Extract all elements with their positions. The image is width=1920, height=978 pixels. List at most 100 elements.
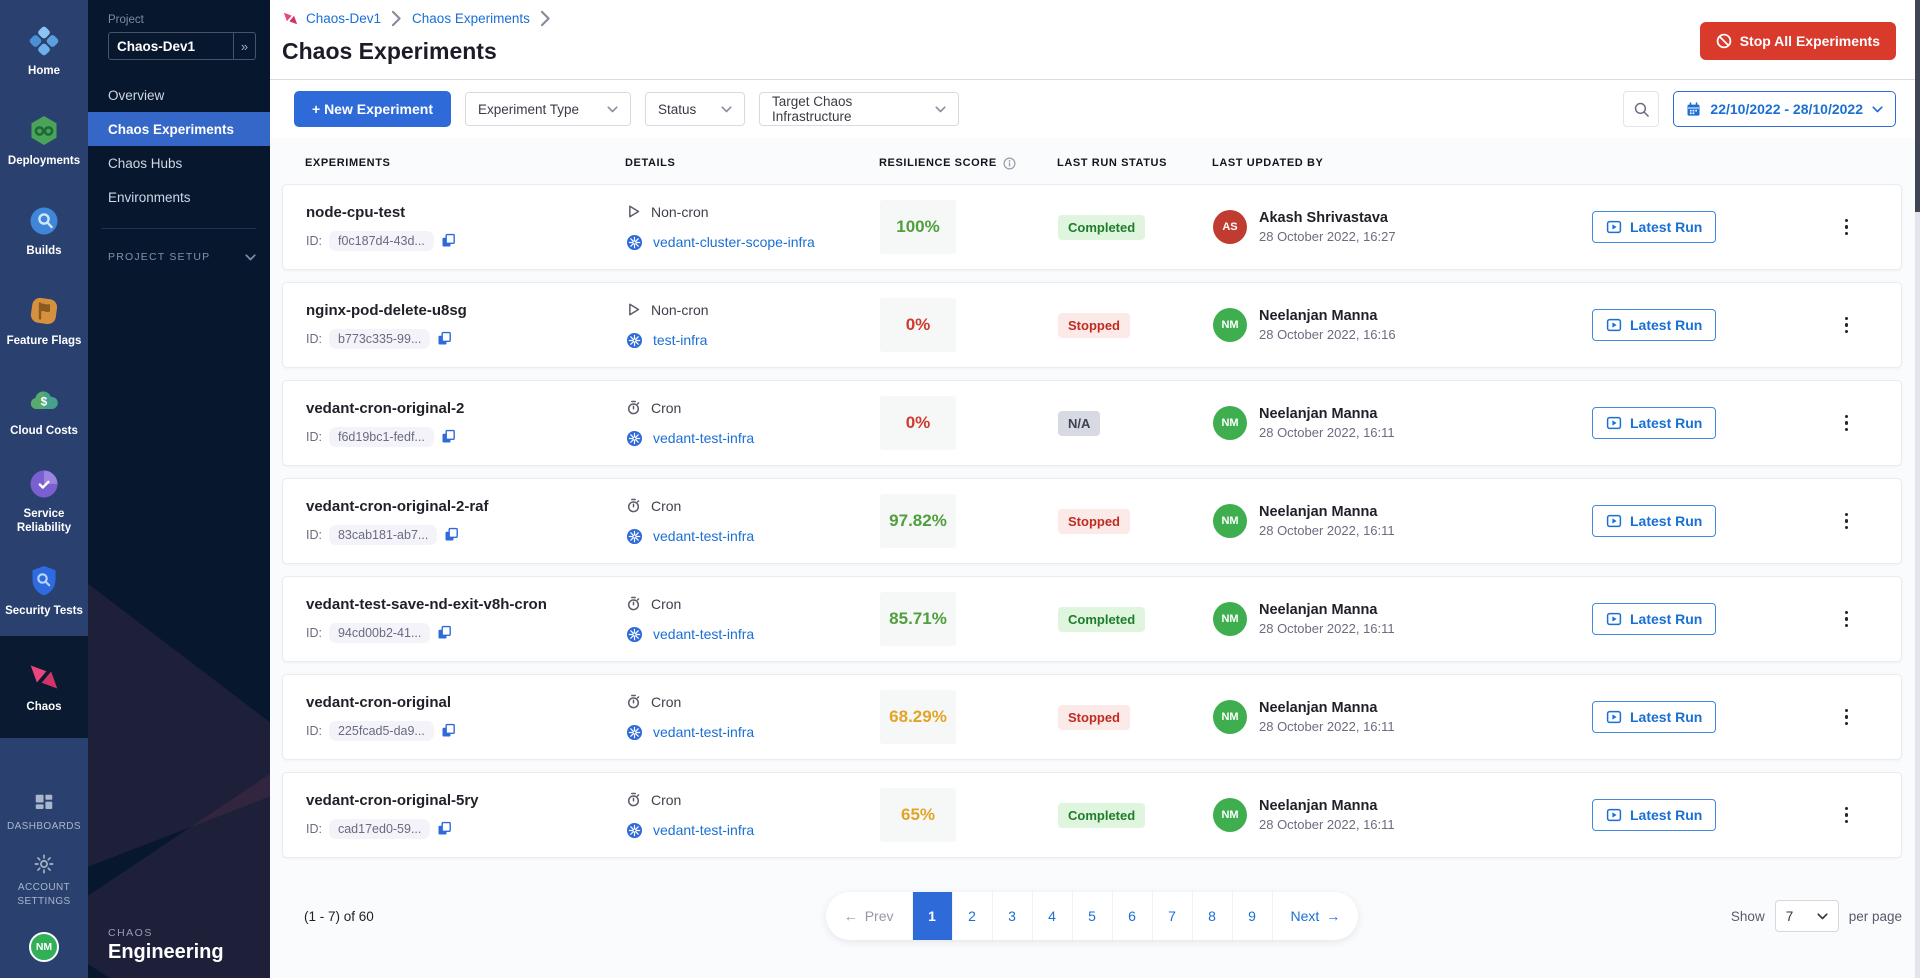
kebab-menu-icon[interactable] bbox=[1841, 411, 1853, 436]
project-setup-section[interactable]: PROJECT SETUP bbox=[108, 251, 256, 263]
module-cloud-costs[interactable]: $ Cloud Costs bbox=[0, 366, 88, 456]
kebab-menu-icon[interactable] bbox=[1841, 509, 1853, 534]
filter-label: Target Chaos Infrastructure bbox=[772, 94, 915, 124]
page-button-1[interactable]: 1 bbox=[912, 892, 952, 940]
copy-icon[interactable] bbox=[437, 331, 452, 346]
chaos-logo-icon bbox=[282, 10, 299, 27]
latest-run-button[interactable]: Latest Run bbox=[1592, 799, 1716, 831]
copy-icon[interactable] bbox=[441, 429, 456, 444]
experiment-name[interactable]: vedant-cron-original bbox=[306, 694, 626, 711]
next-page-button[interactable]: Next→ bbox=[1272, 892, 1359, 940]
date-range-picker[interactable]: 22/10/2022 - 28/10/2022 bbox=[1673, 91, 1896, 127]
project-selector[interactable]: Chaos-Dev1 » bbox=[108, 32, 256, 60]
filter-experiment-type[interactable]: Experiment Type bbox=[465, 92, 631, 126]
infra-link[interactable]: vedant-cluster-scope-infra bbox=[653, 234, 815, 250]
new-experiment-button[interactable]: + New Experiment bbox=[294, 91, 451, 127]
module-brand: CHAOS Engineering bbox=[88, 927, 270, 978]
resilience-score: 100% bbox=[880, 200, 956, 254]
page-button-7[interactable]: 7 bbox=[1152, 892, 1192, 940]
date-range-value: 22/10/2022 - 28/10/2022 bbox=[1710, 101, 1863, 117]
kubernetes-icon bbox=[626, 528, 643, 545]
kebab-menu-icon[interactable] bbox=[1841, 705, 1853, 730]
page-button-5[interactable]: 5 bbox=[1072, 892, 1112, 940]
latest-run-button[interactable]: Latest Run bbox=[1592, 701, 1716, 733]
page-button-3[interactable]: 3 bbox=[992, 892, 1032, 940]
scrollbar-thumb[interactable] bbox=[1915, 0, 1920, 212]
breadcrumb-link-chaos-dev1[interactable]: Chaos-Dev1 bbox=[306, 11, 381, 26]
status-badge: Stopped bbox=[1058, 313, 1130, 338]
infra-link[interactable]: vedant-test-infra bbox=[653, 724, 754, 740]
module-deployments[interactable]: Deployments bbox=[0, 96, 88, 186]
infra-link[interactable]: vedant-test-infra bbox=[653, 626, 754, 642]
account-settings-label: ACCOUNTSETTINGS bbox=[17, 881, 70, 908]
experiment-name[interactable]: node-cpu-test bbox=[306, 204, 626, 221]
module-chaos[interactable]: Chaos bbox=[0, 636, 88, 738]
infra-link[interactable]: vedant-test-infra bbox=[653, 822, 754, 838]
experiment-name[interactable]: vedant-cron-original-5ry bbox=[306, 792, 626, 809]
latest-run-button[interactable]: Latest Run bbox=[1592, 505, 1716, 537]
sidebar-item-chaos-hubs[interactable]: Chaos Hubs bbox=[88, 146, 270, 180]
page-button-2[interactable]: 2 bbox=[952, 892, 992, 940]
copy-icon[interactable] bbox=[437, 821, 452, 836]
page-size-select[interactable]: 7 bbox=[1775, 900, 1839, 932]
kubernetes-icon bbox=[626, 822, 643, 839]
copy-icon[interactable] bbox=[441, 233, 456, 248]
page-button-9[interactable]: 9 bbox=[1232, 892, 1272, 940]
latest-run-button[interactable]: Latest Run bbox=[1592, 211, 1716, 243]
infra-link[interactable]: vedant-test-infra bbox=[653, 528, 754, 544]
sidebar-item-environments[interactable]: Environments bbox=[88, 180, 270, 214]
stop-all-experiments-button[interactable]: Stop All Experiments bbox=[1700, 22, 1896, 60]
user-avatar[interactable]: NM bbox=[29, 932, 59, 962]
sidebar-item-dashboards[interactable]: DASHBOARDS bbox=[0, 782, 88, 844]
table-row: vedant-cron-original-5ry ID: cad17ed0-59… bbox=[282, 772, 1902, 858]
prev-page-button[interactable]: ←Prev bbox=[826, 892, 912, 940]
status-badge: Stopped bbox=[1058, 509, 1130, 534]
kebab-menu-icon[interactable] bbox=[1841, 313, 1853, 338]
experiments-table: EXPERIMENTS DETAILS RESILIENCE SCORE LAS… bbox=[270, 138, 1920, 978]
module-service-reliability[interactable]: Service Reliability bbox=[0, 456, 88, 546]
experiment-name[interactable]: vedant-cron-original-2 bbox=[306, 400, 626, 417]
kebab-menu-icon[interactable] bbox=[1841, 215, 1853, 240]
page-button-8[interactable]: 8 bbox=[1192, 892, 1232, 940]
module-home[interactable]: Home bbox=[0, 6, 88, 96]
kebab-menu-icon[interactable] bbox=[1841, 607, 1853, 632]
latest-run-icon bbox=[1606, 317, 1622, 333]
infra-link[interactable]: vedant-test-infra bbox=[653, 430, 754, 446]
sidebar-item-chaos-experiments[interactable]: Chaos Experiments bbox=[88, 112, 270, 146]
copy-icon[interactable] bbox=[444, 527, 459, 542]
infra-link[interactable]: test-infra bbox=[653, 332, 707, 348]
scrollbar[interactable] bbox=[1915, 0, 1920, 978]
cron-icon bbox=[626, 792, 641, 807]
experiment-name[interactable]: nginx-pod-delete-u8sg bbox=[306, 302, 626, 319]
sidebar-item-account-settings[interactable]: ACCOUNTSETTINGS bbox=[0, 843, 88, 918]
filter-status[interactable]: Status bbox=[645, 92, 745, 126]
user-avatar: NM bbox=[1213, 406, 1247, 440]
page-button-4[interactable]: 4 bbox=[1032, 892, 1072, 940]
schedule-type: Cron bbox=[651, 400, 681, 416]
search-button[interactable] bbox=[1623, 91, 1659, 127]
latest-run-button[interactable]: Latest Run bbox=[1592, 309, 1716, 341]
expand-icon[interactable]: » bbox=[233, 33, 255, 59]
kebab-menu-icon[interactable] bbox=[1841, 803, 1853, 828]
column-header-last-run-status: LAST RUN STATUS bbox=[1057, 157, 1212, 169]
latest-run-button[interactable]: Latest Run bbox=[1592, 603, 1716, 635]
page-button-6[interactable]: 6 bbox=[1112, 892, 1152, 940]
module-feature-flags[interactable]: Feature Flags bbox=[0, 276, 88, 366]
experiment-name[interactable]: vedant-cron-original-2-raf bbox=[306, 498, 626, 515]
schedule-type: Cron bbox=[651, 596, 681, 612]
user-avatar: NM bbox=[1213, 308, 1247, 342]
experiment-id: cad17ed0-59... bbox=[329, 819, 430, 839]
module-security-tests[interactable]: Security Tests bbox=[0, 546, 88, 636]
copy-icon[interactable] bbox=[437, 625, 452, 640]
schedule-type: Cron bbox=[651, 792, 681, 808]
experiment-name[interactable]: vedant-test-save-nd-exit-v8h-cron bbox=[306, 596, 626, 613]
experiment-id: f6d19bc1-fedf... bbox=[329, 427, 434, 447]
info-icon[interactable] bbox=[1003, 157, 1016, 170]
latest-run-button[interactable]: Latest Run bbox=[1592, 407, 1716, 439]
module-builds[interactable]: Builds bbox=[0, 186, 88, 276]
filter-target-chaos-infrastructure[interactable]: Target Chaos Infrastructure bbox=[759, 92, 959, 126]
breadcrumb-link-chaos-experiments[interactable]: Chaos Experiments bbox=[412, 11, 530, 26]
sidebar-item-overview[interactable]: Overview bbox=[88, 78, 270, 112]
id-label: ID: bbox=[306, 724, 322, 738]
copy-icon[interactable] bbox=[441, 723, 456, 738]
